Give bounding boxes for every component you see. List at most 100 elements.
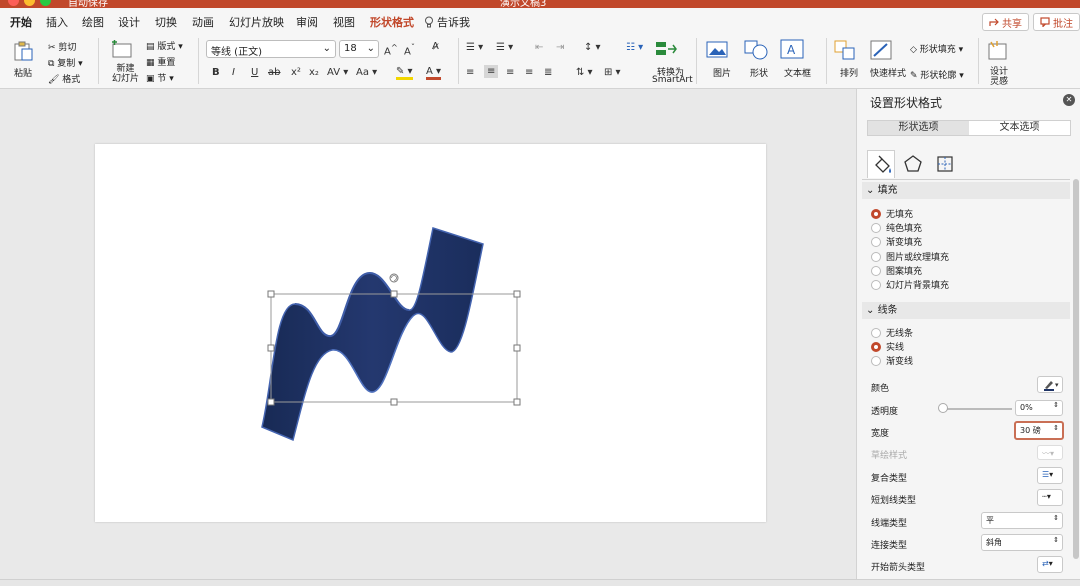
layout-button[interactable]: ▤ 版式 ▾ (146, 39, 183, 52)
ribbon-shape[interactable] (95, 144, 766, 522)
paste-icon[interactable] (12, 40, 34, 62)
tab-animations[interactable]: 动画 (192, 14, 214, 30)
new-slide-icon[interactable] (110, 40, 134, 60)
shape-icon[interactable] (744, 39, 770, 61)
width-input[interactable]: 30 磅 ⇕ (1014, 421, 1064, 440)
decrease-indent-icon[interactable]: ⇤ (535, 42, 543, 53)
fill-option-picture[interactable]: 图片或纹理填充 (871, 250, 949, 263)
sketch-style-select[interactable]: 〰▾ (1037, 445, 1063, 460)
join-type-select[interactable]: 斜角 ⇕ (981, 534, 1063, 551)
new-slide-label[interactable]: 新建 幻灯片 (112, 64, 139, 84)
arrange-icon[interactable] (834, 40, 858, 62)
dash-type-select[interactable]: ┄▾ (1037, 489, 1063, 506)
copy-button[interactable]: ⧉ 复制 ▾ (48, 56, 83, 69)
fill-option-label: 纯色填充 (886, 224, 923, 234)
reset-button[interactable]: ▦ 重置 (146, 55, 175, 68)
increase-indent-icon[interactable]: ⇥ (556, 42, 564, 53)
tab-slideshow[interactable]: 幻灯片放映 (229, 14, 284, 30)
format-painter-button[interactable]: 🖌 格式 (48, 72, 80, 85)
fill-option-gradient[interactable]: 渐变填充 (871, 235, 922, 248)
fill-option-none[interactable]: 无填充 (871, 207, 913, 220)
highlight-icon[interactable]: ✎ ▾ (396, 67, 413, 80)
begin-arrow-select[interactable]: ⇄▾ (1037, 556, 1063, 573)
decrease-font-icon[interactable]: Aˇ (404, 42, 415, 57)
pane-scroll-thumb[interactable] (1073, 179, 1079, 559)
maximize-window-icon[interactable] (40, 0, 51, 6)
convert-smartart-label-2[interactable]: SmartArt (652, 75, 693, 85)
tab-transitions[interactable]: 切换 (155, 14, 177, 30)
share-button[interactable]: 共享 (982, 13, 1029, 31)
size-properties-tab[interactable] (931, 150, 959, 178)
close-icon[interactable]: ✕ (1063, 94, 1075, 106)
line-section-header[interactable]: ⌄ 线条 (862, 302, 1070, 319)
character-spacing-button[interactable]: AV ▾ (327, 67, 348, 78)
fill-option-pattern[interactable]: 图案填充 (871, 264, 922, 277)
text-direction-icon[interactable]: ⇅ ▾ (576, 67, 593, 78)
font-size-select[interactable]: 18 ⌄ (339, 40, 379, 58)
compound-type-select[interactable]: ☰▾ (1037, 467, 1063, 484)
begin-arrow-label: 开始箭头类型 (871, 563, 926, 573)
justify-icon[interactable]: ≡ (525, 67, 533, 78)
increase-font-icon[interactable]: A^ (384, 42, 398, 57)
font-color-icon[interactable]: A ▾ (426, 66, 442, 80)
tab-view[interactable]: 视图 (333, 14, 355, 30)
line-option-gradient[interactable]: 渐变线 (871, 354, 913, 367)
bold-button[interactable]: B (212, 67, 220, 78)
subscript-button[interactable]: x₂ (309, 67, 319, 78)
line-option-none[interactable]: 无线条 (871, 326, 913, 339)
tab-shape-format[interactable]: 形状格式 (370, 14, 414, 30)
pane-scrollbar[interactable] (1073, 179, 1079, 559)
close-window-icon[interactable] (8, 0, 19, 6)
clear-format-icon[interactable]: A̷ (432, 41, 439, 52)
tab-review[interactable]: 审阅 (296, 14, 318, 30)
line-color-picker[interactable]: ▾ (1037, 376, 1063, 393)
align-left-icon[interactable]: ≡ (466, 67, 474, 78)
fill-section-header[interactable]: ⌄ 填充 (862, 182, 1070, 199)
tab-design[interactable]: 设计 (118, 14, 140, 30)
italic-button[interactable]: I (232, 67, 235, 78)
numbering-icon[interactable]: ☰ ▾ (496, 42, 513, 53)
fill-option-slide-background[interactable]: 幻灯片背景填充 (871, 278, 949, 291)
fill-line-tab[interactable] (867, 150, 895, 178)
underline-button[interactable]: U (251, 67, 258, 78)
cut-button[interactable]: ✂ 剪切 (48, 40, 76, 53)
smartart-icon[interactable] (654, 40, 678, 58)
designer-icon[interactable] (986, 40, 1010, 62)
strikethrough-button[interactable]: ab (268, 67, 280, 78)
align-text-icon[interactable]: ⊞ ▾ (604, 67, 621, 78)
quick-styles-icon[interactable] (870, 40, 894, 62)
textbox-icon[interactable]: A (780, 39, 804, 61)
cap-type-select[interactable]: 平 ⇕ (981, 512, 1063, 529)
shape-outline-button[interactable]: ✎ 形状轮廓 ▾ (910, 68, 964, 81)
minimize-window-icon[interactable] (24, 0, 35, 6)
superscript-button[interactable]: x² (291, 67, 301, 78)
fill-option-label: 图案填充 (886, 267, 923, 277)
bullets-icon[interactable]: ☰ ▾ (466, 42, 483, 53)
radio-icon (871, 222, 881, 233)
font-name-select[interactable]: 等线 (正文) ⌄ (206, 40, 336, 58)
tab-insert[interactable]: 插入 (46, 14, 68, 30)
align-center-icon[interactable]: ≡ (484, 65, 499, 78)
columns-icon[interactable]: ☷ ▾ (626, 42, 643, 53)
line-option-solid[interactable]: 实线 (871, 340, 904, 353)
comment-button[interactable]: 批注 (1033, 13, 1080, 31)
tab-text-options[interactable]: 文本选项 (969, 121, 1070, 135)
tab-draw[interactable]: 绘图 (82, 14, 104, 30)
picture-icon[interactable] (706, 40, 730, 60)
tab-home[interactable]: 开始 (8, 14, 34, 36)
designer-label-2: 灵感 (990, 77, 1009, 87)
distributed-icon[interactable]: ≣ (544, 67, 552, 78)
align-right-icon[interactable]: ≡ (506, 67, 514, 78)
tab-shape-options[interactable]: 形状选项 (868, 121, 969, 135)
shape-fill-button[interactable]: ◇ 形状填充 ▾ (910, 42, 963, 55)
section-button[interactable]: ▣ 节 ▾ (146, 71, 174, 84)
transparency-input[interactable]: 0% ⇕ (1015, 400, 1063, 416)
slide[interactable] (95, 144, 766, 522)
fill-option-solid[interactable]: 纯色填充 (871, 221, 922, 234)
tell-me[interactable]: 告诉我 (424, 14, 470, 30)
change-case-button[interactable]: Aa ▾ (356, 67, 377, 78)
transparency-slider-thumb[interactable] (938, 403, 948, 413)
transparency-slider-track[interactable] (942, 408, 1012, 410)
effects-tab[interactable] (899, 150, 927, 178)
line-spacing-icon[interactable]: ↕ ▾ (584, 42, 601, 53)
